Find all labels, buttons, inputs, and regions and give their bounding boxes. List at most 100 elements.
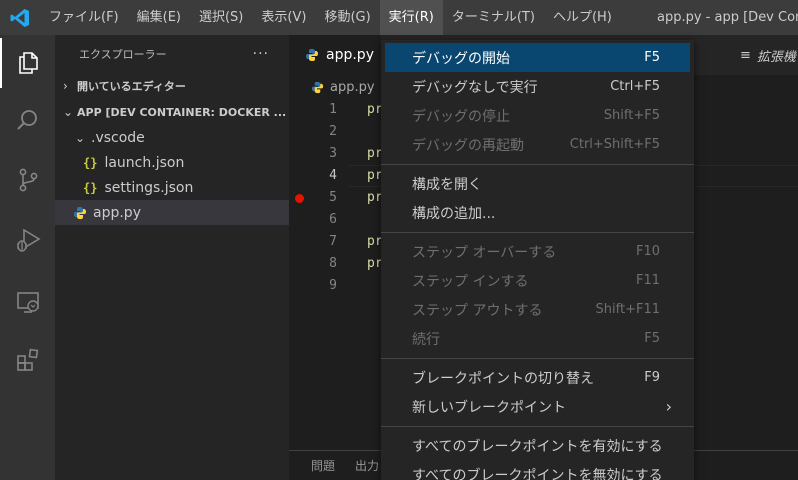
run-menu-item[interactable]: すべてのブレークポイントを無効にする [385,460,690,480]
menu-item-label: デバッグの停止 [412,108,510,125]
menu-item[interactable]: ヘルプ(H) [544,0,621,35]
chevron-down-icon: ⌄ [75,130,86,145]
remote-explorer-icon[interactable] [0,277,55,327]
run-menu-item[interactable]: 続行 F5 [385,324,690,353]
open-editors-section[interactable]: › 開いているエディター [55,73,289,99]
line-number: 8 [329,256,337,271]
menu-item-label: 新しいブレークポイント [412,399,566,416]
line-number: 1 [329,102,337,117]
tree-item-vscode-folder[interactable]: ⌄ .vscode [55,125,289,150]
run-menu-item[interactable]: ステップ オーバーする F10 [385,237,690,266]
run-debug-icon[interactable] [0,215,55,265]
line-number: 7 [329,234,337,249]
run-menu-item[interactable]: 構成を開く [385,169,690,198]
menu-item-label: 構成の追加... [412,205,496,222]
breakpoint-icon[interactable] [295,194,304,203]
run-menu-item[interactable]: ステップ インする F11 [385,266,690,295]
explorer-sidebar: エクスプローラー ··· › 開いているエディター ⌄ APP [DEV CON… [55,35,289,480]
workspace-label: APP [DEV CONTAINER: DOCKER ... [77,105,287,119]
menu-separator [381,232,694,233]
shortcut-key: Ctrl+Shift+F5 [569,137,660,152]
menu-item[interactable]: 表示(V) [252,0,315,35]
workspace-section[interactable]: ⌄ APP [DEV CONTAINER: DOCKER ... [55,99,289,125]
shortcut-key: F11 [635,273,660,288]
tab-output[interactable]: 出力 [355,457,379,474]
explorer-icon[interactable] [0,38,55,88]
menu-item-label: デバッグの再起動 [412,137,524,154]
tab-problems[interactable]: 問題 [311,457,335,474]
run-menu-dropdown: デバッグの開始 F5 デバッグなしで実行 Ctrl+F5 デバッグの停止 Shift+F5… [381,40,694,480]
run-menu-item[interactable]: すべてのブレークポイントを有効にする [385,431,690,460]
menu-item[interactable]: ファイル(F) [40,0,128,35]
menu-item-label: すべてのブレークポイントを無効にする [412,467,663,480]
breadcrumb-file[interactable]: app.py [330,80,375,95]
menu-separator [381,358,694,359]
menu-item[interactable]: 実行(R) [379,0,443,35]
menu-item-label: すべてのブレークポイントを有効にする [412,438,663,455]
shortcut-key: F5 [644,50,660,65]
menu-item-label: ステップ アウトする [412,302,543,319]
window-title: app.py - app [Dev Conta [657,10,798,25]
run-menu-item[interactable]: デバッグの停止 Shift+F5 [385,101,690,130]
line-number: 5 [329,190,337,205]
shortcut-key: Shift+F11 [595,302,660,317]
run-menu-item[interactable]: ステップ アウトする Shift+F11 [385,295,690,324]
python-file-icon [311,81,324,94]
run-menu-item[interactable]: デバッグなしで実行 Ctrl+F5 [385,72,690,101]
extensions-icon[interactable] [0,335,55,385]
menu-item-label: 続行 [412,331,440,348]
run-menu-item[interactable]: ブレークポイントの切り替え F9 [385,363,690,392]
tree-item-app-py[interactable]: app.py [55,200,289,225]
tree-item-label: settings.json [104,179,194,196]
sidebar-title: エクスプローラー [79,48,167,61]
menu-item[interactable]: 選択(S) [190,0,252,35]
activity-bar [0,35,55,480]
tree-item-label: app.py [93,204,141,221]
tab-app-py[interactable]: app.py [289,35,381,75]
menu-bar: ファイル(F) 編集(E) 選択(S) 表示(V) 移動(G) 実行(R) ターミナル(T)… [40,0,621,35]
search-icon[interactable] [0,95,55,145]
menu-item-label: ステップ インする [412,273,529,290]
more-actions-icon[interactable]: ··· [253,46,269,62]
menu-item-label: デバッグの開始 [412,50,510,67]
vscode-logo-icon [0,0,40,35]
line-number: 3 [329,146,337,161]
menu-item-label: ステップ オーバーする [412,244,557,261]
shortcut-key: F9 [644,370,660,385]
line-number: 4 [329,168,337,183]
tree-item-settings-json[interactable]: {} settings.json [55,175,289,200]
menu-separator [381,164,694,165]
tree-item-label: .vscode [91,129,145,146]
run-menu-item[interactable]: デバッグの再起動 Ctrl+Shift+F5 [385,130,690,159]
open-editors-label: 開いているエディター [77,80,186,93]
json-file-icon: {} [83,180,98,195]
title-bar: ファイル(F) 編集(E) 選択(S) 表示(V) 移動(G) 実行(R) ターミナル(T)… [0,0,798,35]
menu-item[interactable]: 編集(E) [128,0,190,35]
menu-item[interactable]: ターミナル(T) [443,0,544,35]
source-control-icon[interactable] [0,155,55,205]
run-menu-item[interactable]: デバッグの開始 F5 [385,43,690,72]
menu-item-label: 構成を開く [412,176,482,193]
line-number: 9 [329,278,337,293]
tab-extensions[interactable]: ≡ 拡張機 [740,35,796,75]
shortcut-key: Shift+F5 [603,108,660,123]
json-file-icon: {} [83,155,98,170]
line-number: 2 [329,124,337,139]
python-file-icon [305,48,319,62]
python-file-icon [73,206,87,220]
sidebar-header: エクスプローラー ··· [55,35,289,73]
shortcut-key: F5 [644,331,660,346]
run-menu-item[interactable]: 構成の追加... [385,198,690,227]
menu-item-label: デバッグなしで実行 [412,79,538,96]
chevron-right-icon: › [665,397,672,416]
tab-label: app.py [326,47,374,63]
run-menu-item[interactable]: 新しいブレークポイント › [385,392,690,421]
menu-item[interactable]: 移動(G) [315,0,379,35]
preview-icon: ≡ [740,47,751,63]
chevron-down-icon: ⌄ [63,105,74,119]
tab-label: 拡張機 [756,49,796,65]
shortcut-key: Ctrl+F5 [610,79,660,94]
shortcut-key: F10 [635,244,660,259]
tree-item-launch-json[interactable]: {} launch.json [55,150,289,175]
tree-item-label: launch.json [104,154,185,171]
